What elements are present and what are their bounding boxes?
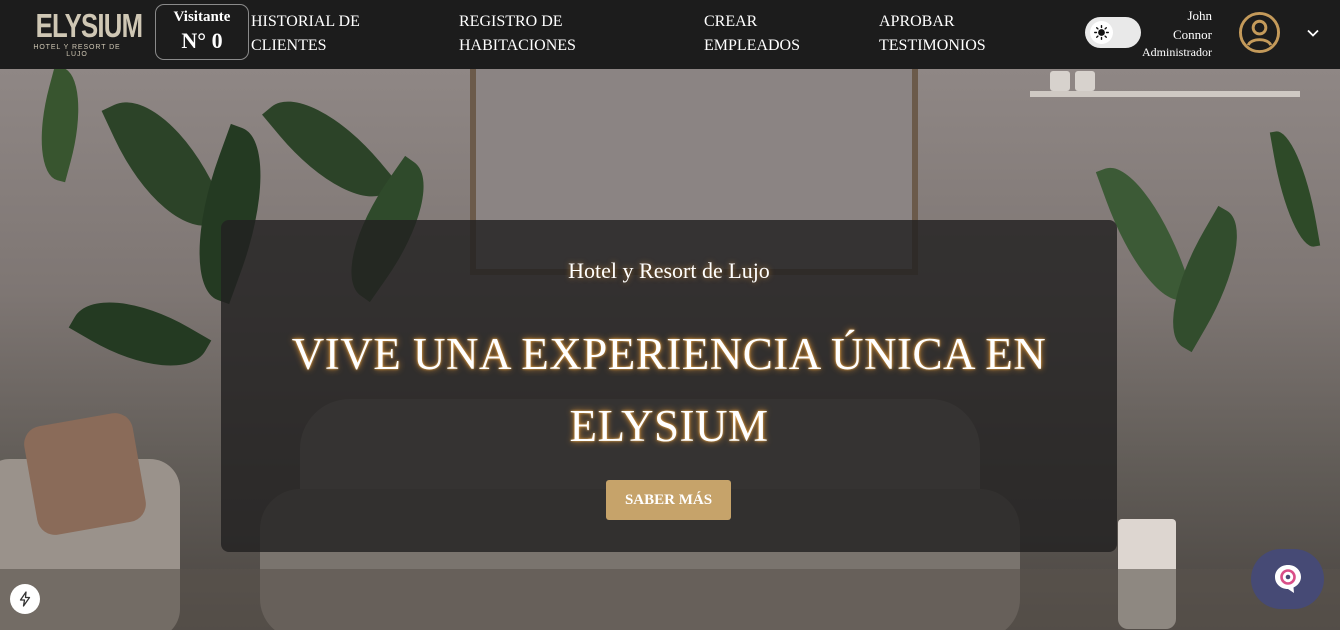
cushion [21,410,149,538]
brand-name: ELYSIUM [35,7,143,44]
dev-tools-button[interactable] [10,584,40,614]
user-first-name: John [1187,8,1212,23]
plant-leaf [68,275,212,393]
lightning-icon [19,591,31,607]
brand-logo[interactable]: ELYSIUM HOTEL Y RESORT DE LUJO [24,7,143,59]
nav-registro-line1: REGISTRO DE [459,13,563,30]
chevron-down-icon[interactable] [1306,26,1320,40]
chat-widget-button[interactable] [1251,549,1324,609]
theme-toggle[interactable] [1085,17,1141,48]
hero-headline: VIVE UNA EXPERIENCIA ÚNICA EN ELYSIUM [261,318,1077,462]
nav-crear-line1: CREAR [704,13,758,30]
user-role: Administrador [1142,45,1212,59]
chat-bot-icon [1274,565,1301,593]
nav-aprobar-line2: TESTIMONIOS [879,37,986,54]
nav-crear-empleados[interactable]: CREAR EMPLEADOS [704,10,800,58]
hero-headline-line2: ELYSIUM [569,401,769,451]
nav-registro-habitaciones[interactable]: REGISTRO DE HABITACIONES [459,10,576,58]
nav-historial-line1: HISTORIAL DE [251,13,360,30]
wall-shelf [1030,91,1300,97]
toggle-knob [1090,21,1113,44]
user-avatar-icon[interactable] [1238,11,1281,54]
saber-mas-button[interactable]: SABER MÁS [606,480,731,520]
nav-aprobar-line1: APROBAR [879,13,955,30]
shelf-pot [1075,71,1095,91]
plant-leaf [1269,127,1321,251]
hero-subtitle: Hotel y Resort de Lujo [568,258,770,283]
nav-historial-clientes[interactable]: HISTORIAL DE CLIENTES [251,10,360,58]
nav-crear-line2: EMPLEADOS [704,37,801,54]
brand-tagline: HOTEL Y RESORT DE LUJO [33,44,121,58]
hero-card: Hotel y Resort de Lujo VIVE UNA EXPERIEN… [221,220,1117,552]
nav-historial-line2: CLIENTES [251,37,327,54]
nav-registro-line2: HABITACIONES [459,37,576,54]
visitor-count: N° 0 [181,28,223,53]
plant-leaf [26,69,94,183]
sun-icon [1094,25,1109,40]
user-last-name: Connor [1173,27,1212,42]
visitor-label: Visitante [173,9,231,25]
shelf-pot [1050,71,1070,91]
nav-aprobar-testimonios[interactable]: APROBAR TESTIMONIOS [879,10,986,58]
hero-headline-line1: VIVE UNA EXPERIENCIA ÚNICA EN [291,329,1047,379]
user-info: John Connor Administrador [1142,6,1212,60]
floor [0,569,1340,630]
visitor-counter: Visitante N° 0 [155,4,249,60]
top-navbar: ELYSIUM HOTEL Y RESORT DE LUJO Visitante… [0,0,1340,69]
